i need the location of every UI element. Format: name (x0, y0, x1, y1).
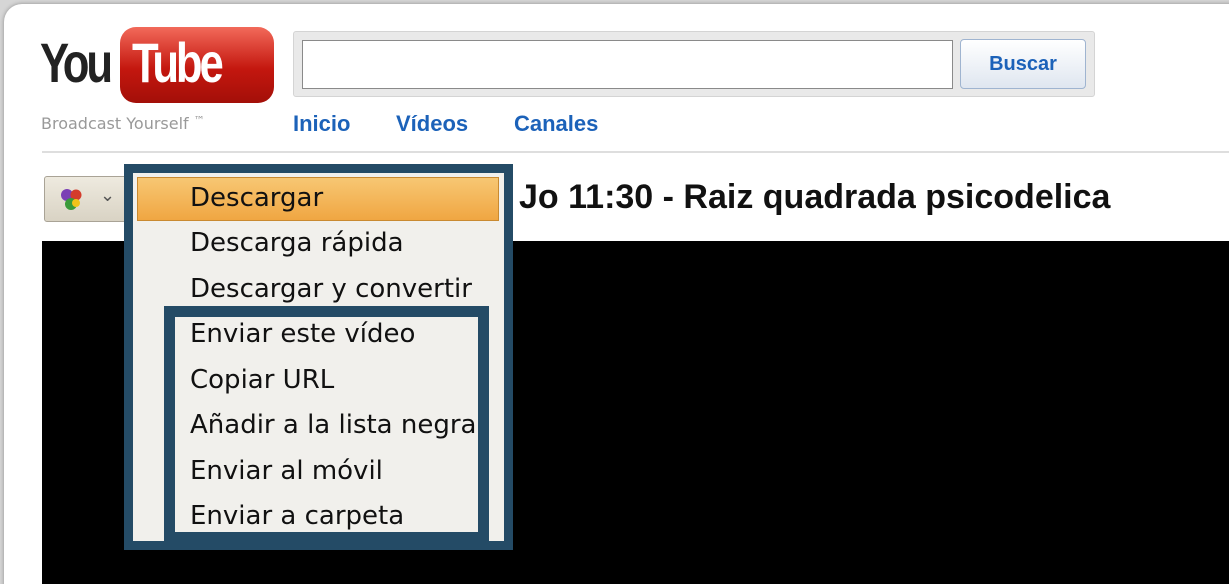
menu-item-copiar-url[interactable]: Copiar URL (190, 365, 334, 395)
tagline-text: Broadcast Yourself (41, 114, 189, 133)
extension-balls-icon (61, 189, 82, 210)
nav-inicio[interactable]: Inicio (293, 111, 350, 137)
logo-you-text: You (40, 31, 113, 94)
search-button[interactable]: Buscar (960, 39, 1086, 89)
tagline-tm: ™ (193, 114, 205, 127)
chevron-down-icon: ⌄ (100, 185, 116, 206)
menu-item-descargar[interactable]: Descargar (190, 183, 323, 213)
menu-item-descargar-convertir[interactable]: Descargar y convertir (190, 274, 472, 304)
nav-videos[interactable]: Vídeos (396, 111, 468, 137)
menu-item-lista-negra[interactable]: Añadir a la lista negra (190, 410, 476, 440)
menu-item-enviar-carpeta[interactable]: Enviar a carpeta (190, 501, 404, 531)
search-input[interactable] (302, 40, 953, 89)
youtube-logo[interactable]: You Tube (40, 27, 274, 107)
logo-tube-text: Tube (132, 31, 224, 94)
video-title: Jo 11:30 - Raiz quadrada psicodelica (519, 178, 1111, 216)
extension-menu-button[interactable]: ⌄ (44, 176, 134, 222)
menu-item-descarga-rapida[interactable]: Descarga rápida (190, 228, 404, 258)
nav-canales[interactable]: Canales (514, 111, 598, 137)
header-divider (42, 151, 1229, 153)
tagline: Broadcast Yourself ™ (41, 114, 205, 133)
menu-item-enviar-movil[interactable]: Enviar al móvil (190, 456, 383, 486)
menu-item-enviar-video[interactable]: Enviar este vídeo (190, 319, 415, 349)
